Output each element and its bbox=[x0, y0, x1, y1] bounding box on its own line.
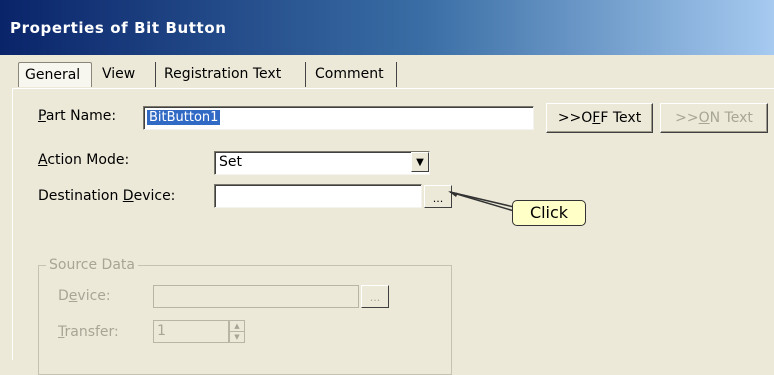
window-title: Properties of Bit Button bbox=[10, 19, 227, 37]
spin-down-icon[interactable]: ▼ bbox=[230, 332, 244, 342]
tab-general[interactable]: General bbox=[18, 62, 92, 87]
off-text-button[interactable]: >>OFF Text bbox=[546, 103, 653, 133]
tab-comment-label: Comment bbox=[315, 66, 384, 82]
callout-arrow bbox=[448, 191, 515, 212]
source-data-group bbox=[38, 265, 452, 375]
part-name-value: BitButton1 bbox=[147, 110, 221, 125]
action-mode-label: Action Mode: bbox=[38, 152, 130, 168]
on-text-button[interactable]: >>ON Text bbox=[660, 103, 768, 133]
device-input[interactable] bbox=[153, 285, 359, 308]
action-mode-select[interactable]: Set ▼ bbox=[214, 151, 430, 175]
source-data-title: Source Data bbox=[46, 257, 138, 273]
part-name-label: Part Name: bbox=[38, 108, 117, 124]
action-mode-value: Set bbox=[219, 154, 242, 170]
transfer-label: Transfer: bbox=[58, 324, 119, 340]
part-name-input[interactable]: BitButton1 bbox=[143, 106, 534, 130]
click-callout: Click bbox=[512, 200, 586, 226]
chevron-down-icon: ▼ bbox=[416, 157, 424, 168]
spin-up-icon[interactable]: ▲ bbox=[230, 321, 244, 332]
destination-device-label: Destination Device: bbox=[38, 188, 176, 204]
destination-device-input[interactable] bbox=[214, 184, 422, 208]
device-browse-button[interactable]: ... bbox=[361, 285, 389, 308]
ellipsis-icon: ... bbox=[369, 291, 381, 304]
transfer-value: 1 bbox=[157, 323, 166, 339]
tab-registration-text[interactable]: Registration Text bbox=[158, 62, 306, 87]
dropdown-button[interactable]: ▼ bbox=[411, 152, 429, 172]
tab-view-label: View bbox=[102, 66, 136, 82]
tab-registration-text-label: Registration Text bbox=[164, 66, 282, 82]
tab-view[interactable]: View bbox=[96, 62, 156, 87]
tab-general-label: General bbox=[25, 67, 81, 83]
title-bar: Properties of Bit Button bbox=[0, 0, 774, 55]
device-label: Device: bbox=[58, 288, 111, 304]
tab-comment[interactable]: Comment bbox=[309, 62, 397, 87]
transfer-input[interactable]: 1 bbox=[153, 320, 229, 343]
transfer-spinner[interactable]: ▲ ▼ bbox=[229, 320, 245, 343]
